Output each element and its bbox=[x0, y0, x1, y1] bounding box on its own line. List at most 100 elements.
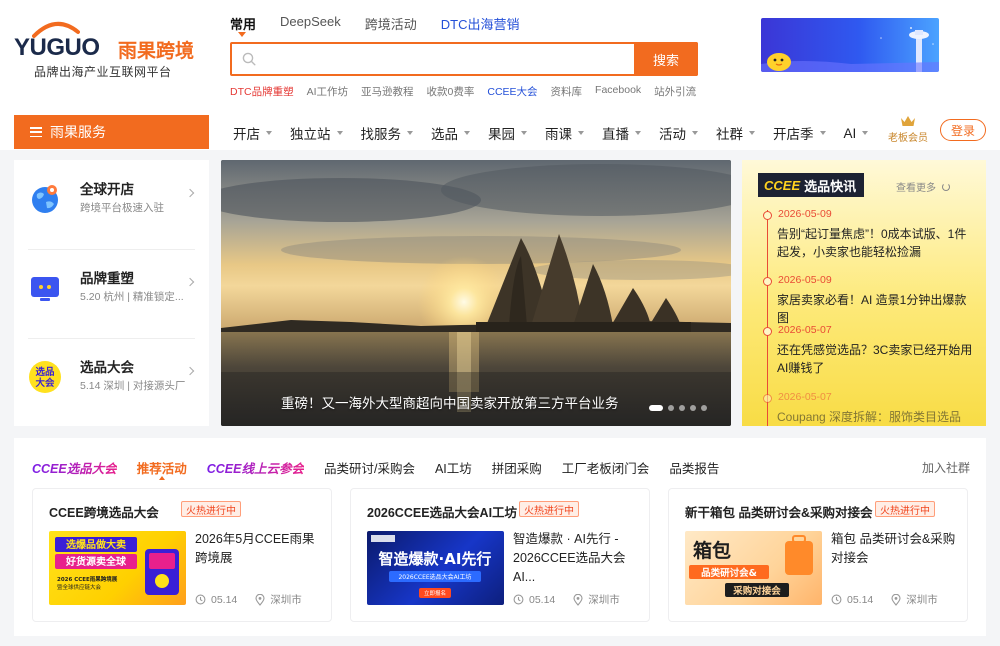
nav-label: 直播 bbox=[602, 127, 629, 142]
hero-carousel[interactable]: 重磅！又一海外大型商超向中国卖家开放第三方平台业务 bbox=[221, 160, 731, 426]
nav-item-fuwu[interactable]: 找服务 bbox=[361, 123, 413, 143]
menu-icon bbox=[30, 127, 42, 137]
nav-item-kaidianji[interactable]: 开店季 bbox=[773, 123, 826, 143]
search-tabs: 常用 DeepSeek 跨境活动 DTC出海营销 bbox=[230, 14, 543, 37]
search-icon bbox=[242, 52, 256, 66]
tab-factory-meeting[interactable]: 工厂老板闭门会 bbox=[562, 458, 650, 477]
event-city: 深圳市 bbox=[906, 594, 938, 606]
thumb-line3: 立即报名 bbox=[424, 589, 446, 597]
chevron-right-icon bbox=[185, 366, 195, 376]
events-tabs: CCEE选品大会 推荐活动 CCEE线上云参会 品类研讨/采购会 AI工坊 拼团… bbox=[32, 458, 739, 480]
hot-link-traffic[interactable]: 站外引流 bbox=[654, 84, 696, 99]
service-item-xuanpin[interactable]: 选品 大会 选品大会 5.14 深圳 | 对接源头厂 bbox=[14, 338, 209, 426]
nav-label: 果园 bbox=[488, 127, 515, 142]
event-date: 05.14 bbox=[211, 593, 238, 606]
nav-item-zhibo[interactable]: 直播 bbox=[602, 123, 641, 143]
news-text: 告别“起订量焦虑”！0成本试版、1件起发，小卖家也能轻松捡漏 bbox=[777, 227, 967, 259]
service-title: 全球开店 bbox=[80, 182, 134, 197]
hero-caption[interactable]: 重磅！又一海外大型商超向中国卖家开放第三方平台业务 bbox=[281, 392, 619, 412]
hot-link-facebook[interactable]: Facebook bbox=[595, 84, 641, 99]
news-date: 2026-05-09 bbox=[778, 208, 832, 220]
nav-item-guoyuan[interactable]: 果园 bbox=[488, 123, 527, 143]
service-menu-button[interactable]: 雨果服务 bbox=[14, 115, 209, 149]
search-tab-dtc[interactable]: DTC出海营销 bbox=[441, 14, 520, 33]
chevron-right-icon bbox=[185, 277, 195, 287]
xuanpin-badge-icon: 选品 大会 bbox=[29, 361, 61, 393]
clock-icon bbox=[195, 594, 206, 605]
vip-member-link[interactable]: 老板会员 bbox=[884, 114, 932, 144]
hot-link-amazon[interactable]: 亚马逊教程 bbox=[361, 84, 414, 99]
location-pin-icon bbox=[573, 593, 583, 606]
tab-ccee-xuanpin[interactable]: CCEE选品大会 bbox=[32, 458, 117, 477]
chevron-right-icon bbox=[185, 188, 195, 198]
hot-link-ccee[interactable]: CCEE大会 bbox=[487, 84, 537, 99]
service-title: 选品大会 bbox=[80, 360, 134, 375]
nav-label: 开店 bbox=[233, 127, 260, 142]
carousel-dot-5[interactable] bbox=[701, 405, 707, 411]
nav-label: 社群 bbox=[716, 127, 743, 142]
event-card-desc: 箱包 品类研讨会&采购对接会 bbox=[831, 532, 956, 565]
event-city: 深圳市 bbox=[588, 594, 620, 606]
event-card-title: CCEE跨境选品大会 bbox=[49, 506, 159, 520]
service-item-brand[interactable]: 品牌重塑 5.20 杭州 | 精准锁定... bbox=[14, 249, 209, 337]
event-card-desc: 智造爆款 · AI先行 - 2026CCEE选品大会AI... bbox=[513, 532, 626, 584]
event-date: 05.14 bbox=[529, 593, 556, 606]
news-badge-title: 选品快讯 bbox=[804, 178, 857, 194]
logo-en: YUGUO bbox=[14, 34, 100, 61]
news-more-link[interactable]: 查看更多 bbox=[896, 179, 950, 194]
page: YUGUO 雨果跨境 品牌出海产业互联网平台 常用 DeepSeek 跨境活动 … bbox=[0, 0, 1000, 646]
event-thumbnail: 选爆品做大卖 好货源卖全球 2026 CCEE雨果跨境展 暨全球供应链大会 bbox=[49, 531, 186, 605]
search-tab-common[interactable]: 常用 bbox=[230, 14, 256, 37]
thumb-line2: 好货源卖全球 bbox=[65, 555, 127, 568]
search-input[interactable] bbox=[262, 48, 622, 70]
hot-link-ai-workshop[interactable]: AI工作坊 bbox=[307, 84, 348, 99]
nav-item-shequn[interactable]: 社群 bbox=[716, 123, 755, 143]
nav-label: 选品 bbox=[431, 127, 458, 142]
tab-category-seminar[interactable]: 品类研讨/采购会 bbox=[324, 458, 415, 477]
thumb-line2: 2026CCEE选品大会AI工坊 bbox=[398, 573, 471, 581]
join-community-link[interactable]: 加入社群 bbox=[922, 459, 970, 476]
search-button[interactable]: 搜索 bbox=[634, 42, 698, 76]
logo-cn: 雨果跨境 bbox=[118, 41, 195, 62]
tab-ccee-online[interactable]: CCEE线上云参会 bbox=[207, 458, 304, 477]
hot-link-library[interactable]: 资料库 bbox=[551, 84, 583, 99]
news-more-label: 查看更多 bbox=[896, 183, 936, 194]
search-tab-deepseek[interactable]: DeepSeek bbox=[280, 14, 341, 33]
event-card[interactable]: 新干箱包 品类研讨会&采购对接会 火热进行中 箱包 品类研讨会& 采购对接会 箱… bbox=[668, 488, 968, 622]
search-tab-events[interactable]: 跨境活动 bbox=[365, 14, 417, 33]
crown-icon bbox=[901, 116, 915, 126]
logo[interactable]: YUGUO 雨果跨境 品牌出海产业互联网平台 bbox=[14, 22, 195, 84]
timeline-dot bbox=[763, 327, 772, 336]
timeline-dot bbox=[763, 211, 772, 220]
nav-label: 独立站 bbox=[290, 127, 331, 142]
events-section: CCEE选品大会 推荐活动 CCEE线上云参会 品类研讨/采购会 AI工坊 拼团… bbox=[14, 438, 986, 636]
event-card[interactable]: CCEE跨境选品大会 火热进行中 选爆品做大卖 好货源卖全球 2026 CCEE… bbox=[32, 488, 332, 622]
nav-item-ai[interactable]: AI bbox=[844, 123, 869, 143]
hot-link-payment[interactable]: 收款0费率 bbox=[427, 84, 475, 99]
tab-group-buy[interactable]: 拼团采购 bbox=[492, 458, 542, 477]
carousel-dot-2[interactable] bbox=[668, 405, 674, 411]
news-text: 还在凭感觉选品？3C卖家已经开始用AI赚钱了 bbox=[777, 343, 973, 375]
carousel-dot-1[interactable] bbox=[649, 405, 663, 411]
nav-item-kaidian[interactable]: 开店 bbox=[233, 123, 272, 143]
ad-banner[interactable] bbox=[761, 18, 939, 72]
event-city: 深圳市 bbox=[270, 594, 302, 606]
login-button[interactable]: 登录 bbox=[940, 119, 986, 141]
nav-item-duli[interactable]: 独立站 bbox=[290, 123, 343, 143]
hot-badge: 火热进行中 bbox=[181, 501, 241, 517]
nav-item-huodong[interactable]: 活动 bbox=[659, 123, 698, 143]
tab-recommended[interactable]: 推荐活动 bbox=[137, 458, 187, 480]
globe-icon bbox=[32, 185, 58, 213]
tab-category-report[interactable]: 品类报告 bbox=[669, 458, 719, 477]
service-item-global-store[interactable]: 全球开店 跨境平台极速入驻 bbox=[14, 160, 209, 248]
header: YUGUO 雨果跨境 品牌出海产业互联网平台 常用 DeepSeek 跨境活动 … bbox=[0, 0, 1000, 150]
service-menu-label: 雨果服务 bbox=[50, 124, 106, 140]
carousel-dot-4[interactable] bbox=[690, 405, 696, 411]
hot-link-dtc[interactable]: DTC品牌重塑 bbox=[230, 84, 294, 99]
tab-ai-workshop[interactable]: AI工坊 bbox=[435, 458, 472, 477]
event-card[interactable]: 2026CCEE选品大会AI工坊 火热进行中 智造爆款·AI先行 2026CCE… bbox=[350, 488, 650, 622]
nav-item-yuke[interactable]: 雨课 bbox=[545, 123, 584, 143]
location-pin-icon bbox=[891, 593, 901, 606]
nav-item-xuanpin[interactable]: 选品 bbox=[431, 123, 470, 143]
carousel-dot-3[interactable] bbox=[679, 405, 685, 411]
